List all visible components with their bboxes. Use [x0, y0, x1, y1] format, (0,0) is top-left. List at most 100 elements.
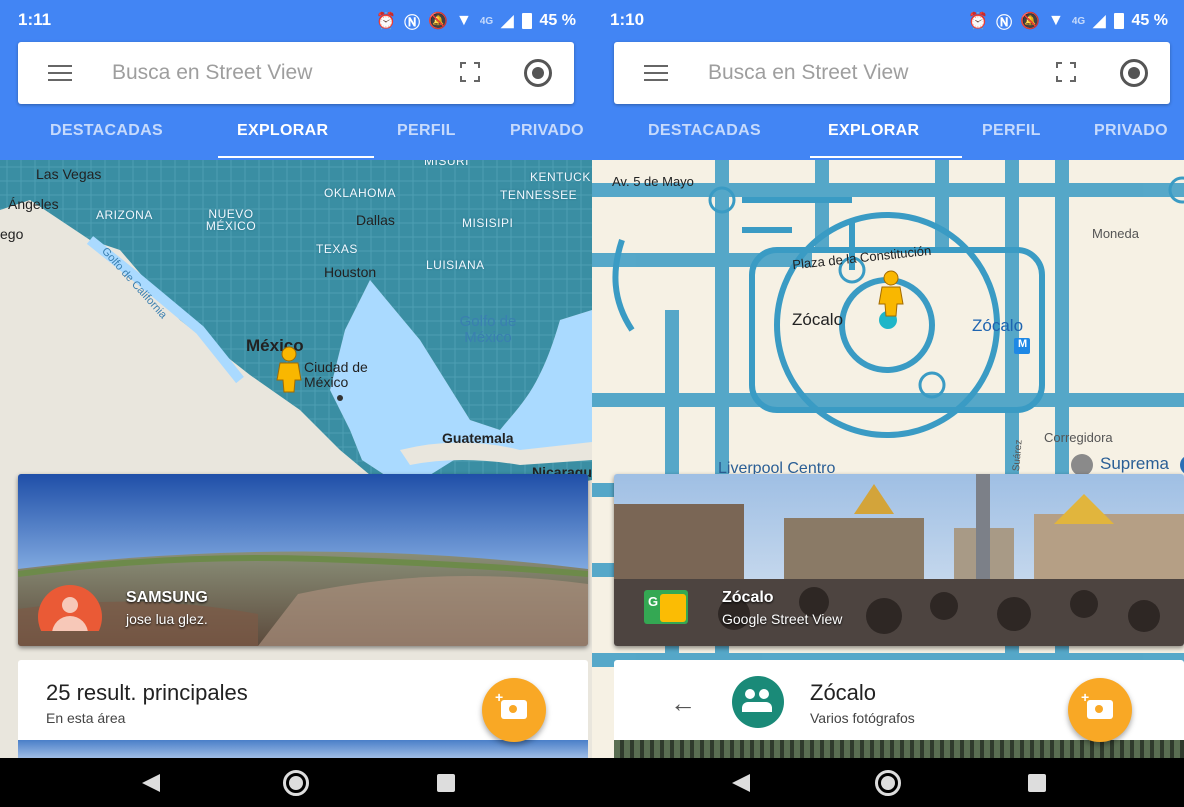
map-label: Ángeles [8, 196, 59, 212]
status-bar: 1:11 ⏰ Ⓝ 🔕 ▼ 4G ◢ 45 % [0, 0, 592, 40]
nfc-icon: Ⓝ [996, 15, 1013, 32]
map-label: TENNESSEE [500, 188, 578, 202]
mute-icon: 🔕 [1020, 13, 1041, 30]
photo-card[interactable]: G Zócalo Google Street View [614, 474, 1184, 646]
status-time: 1:11 [18, 10, 52, 29]
signal-icon: ◢ [501, 13, 514, 30]
add-photo-button[interactable]: + [1068, 678, 1132, 742]
results-strip [18, 740, 588, 758]
tab-privado[interactable]: PRIVADO [1094, 122, 1168, 140]
group-avatar-icon [732, 676, 784, 728]
recent-apps-icon[interactable] [1028, 774, 1046, 792]
map-label: Ciudad de México [304, 359, 368, 390]
tab-perfil[interactable]: PERFIL [982, 122, 1041, 140]
active-tab-indicator [810, 156, 962, 158]
map-label: KENTUCK [530, 170, 591, 184]
status-time: 1:10 [610, 10, 645, 29]
phone-screen-left: 1:11 ⏰ Ⓝ 🔕 ▼ 4G ◢ 45 % Busca en Street V… [0, 0, 592, 807]
battery-percent: 45 % [1131, 12, 1168, 29]
battery-icon [521, 13, 532, 29]
map-label: Golfo de México [459, 313, 517, 346]
search-bar[interactable]: Busca en Street View [614, 42, 1170, 104]
map-label: NUEVO MÉXICO [205, 207, 257, 233]
wifi-icon: ▼ [1048, 12, 1064, 29]
add-photo-button[interactable]: + [482, 678, 546, 742]
alarm-icon: ⏰ [968, 13, 989, 30]
home-icon[interactable] [283, 770, 309, 796]
search-input[interactable]: Busca en Street View [112, 61, 312, 85]
android-nav-bar [0, 758, 592, 807]
results-subtitle: En esta área [46, 710, 126, 726]
map-label: Zócalo [792, 310, 844, 329]
map-label: MISURI [424, 160, 469, 168]
map-label: Houston [324, 264, 377, 280]
my-location-icon[interactable] [524, 59, 552, 87]
photo-author-subtitle: jose lua glez. [126, 611, 208, 627]
metro-icon: M [1018, 338, 1028, 350]
tab-privado[interactable]: PRIVADO [510, 122, 584, 140]
battery-percent: 45 % [539, 12, 576, 29]
map-label: Zócalo [972, 316, 1024, 335]
map-label: Corregidora [1044, 430, 1113, 445]
back-arrow-icon[interactable]: ← [670, 688, 696, 719]
map-label: Suprema [1100, 454, 1169, 473]
avatar [38, 585, 102, 631]
status-bar: 1:10 ⏰ Ⓝ 🔕 ▼ 4G ◢ 45 % [592, 0, 1184, 40]
signal-icon: ◢ [1093, 13, 1106, 30]
tab-perfil[interactable]: PERFIL [397, 122, 456, 140]
street-view-logo-icon: G [644, 590, 688, 624]
battery-icon [1113, 13, 1124, 29]
camera-icon [501, 700, 527, 719]
panorama-photo [18, 474, 588, 646]
photo-author-title: SAMSUNG [126, 589, 208, 606]
app-bar: Busca en Street View DESTACADAS EXPLORAR… [0, 40, 592, 160]
alarm-icon: ⏰ [376, 13, 397, 30]
map-label: MISISIPI [462, 216, 514, 230]
map-label: Av. 5 de Mayo [612, 174, 694, 189]
my-location-icon[interactable] [1120, 59, 1148, 87]
camera-icon [1087, 700, 1113, 719]
map-label: Moneda [1092, 226, 1139, 241]
back-icon[interactable] [142, 774, 160, 792]
map-label: OKLAHOMA [324, 186, 397, 200]
fullscreen-icon[interactable] [1056, 62, 1076, 82]
tab-bar: DESTACADAS EXPLORAR PERFIL PRIVADO [592, 112, 1184, 158]
panorama-photo [614, 474, 1184, 646]
map-label: ego [0, 226, 24, 242]
map-label: LUISIANA [426, 258, 485, 272]
place-subtitle: Varios fotógrafos [810, 710, 915, 726]
pegman-icon[interactable] [274, 346, 304, 394]
map-label: ARIZONA [96, 208, 153, 222]
back-icon[interactable] [732, 774, 750, 792]
recent-apps-icon[interactable] [437, 774, 455, 792]
search-bar[interactable]: Busca en Street View [18, 42, 574, 104]
wifi-icon: ▼ [456, 12, 472, 29]
pegman-icon[interactable] [876, 270, 906, 318]
place-photo-strip [614, 740, 1184, 758]
tab-destacadas[interactable]: DESTACADAS [648, 122, 761, 140]
photo-card[interactable]: SAMSUNG jose lua glez. [18, 474, 588, 646]
home-icon[interactable] [875, 770, 901, 796]
app-bar: Busca en Street View DESTACADAS EXPLORAR… [592, 40, 1184, 160]
photo-subtitle: Google Street View [722, 611, 843, 627]
nfc-icon: Ⓝ [404, 15, 421, 32]
map-label: TEXAS [316, 242, 358, 256]
android-nav-bar [592, 758, 1184, 807]
menu-icon[interactable] [644, 65, 668, 81]
fullscreen-icon[interactable] [460, 62, 480, 82]
tab-bar: DESTACADAS EXPLORAR PERFIL PRIVADO [0, 112, 592, 158]
tab-destacadas[interactable]: DESTACADAS [50, 122, 163, 140]
active-tab-indicator [218, 156, 374, 158]
place-title: Zócalo [810, 680, 877, 705]
mute-icon: 🔕 [428, 13, 449, 30]
tab-explorar[interactable]: EXPLORAR [828, 122, 919, 140]
phone-screen-right: 1:10 ⏰ Ⓝ 🔕 ▼ 4G ◢ 45 % Busca en Street V… [592, 0, 1184, 807]
network-label: 4G [479, 15, 494, 27]
map-label: Las Vegas [36, 166, 102, 182]
photo-title: Zócalo [722, 589, 774, 606]
tab-explorar[interactable]: EXPLORAR [237, 122, 328, 140]
menu-icon[interactable] [48, 65, 72, 81]
map-label: Dallas [356, 212, 395, 228]
results-title: 25 result. principales [46, 680, 248, 705]
search-input[interactable]: Busca en Street View [708, 61, 908, 85]
